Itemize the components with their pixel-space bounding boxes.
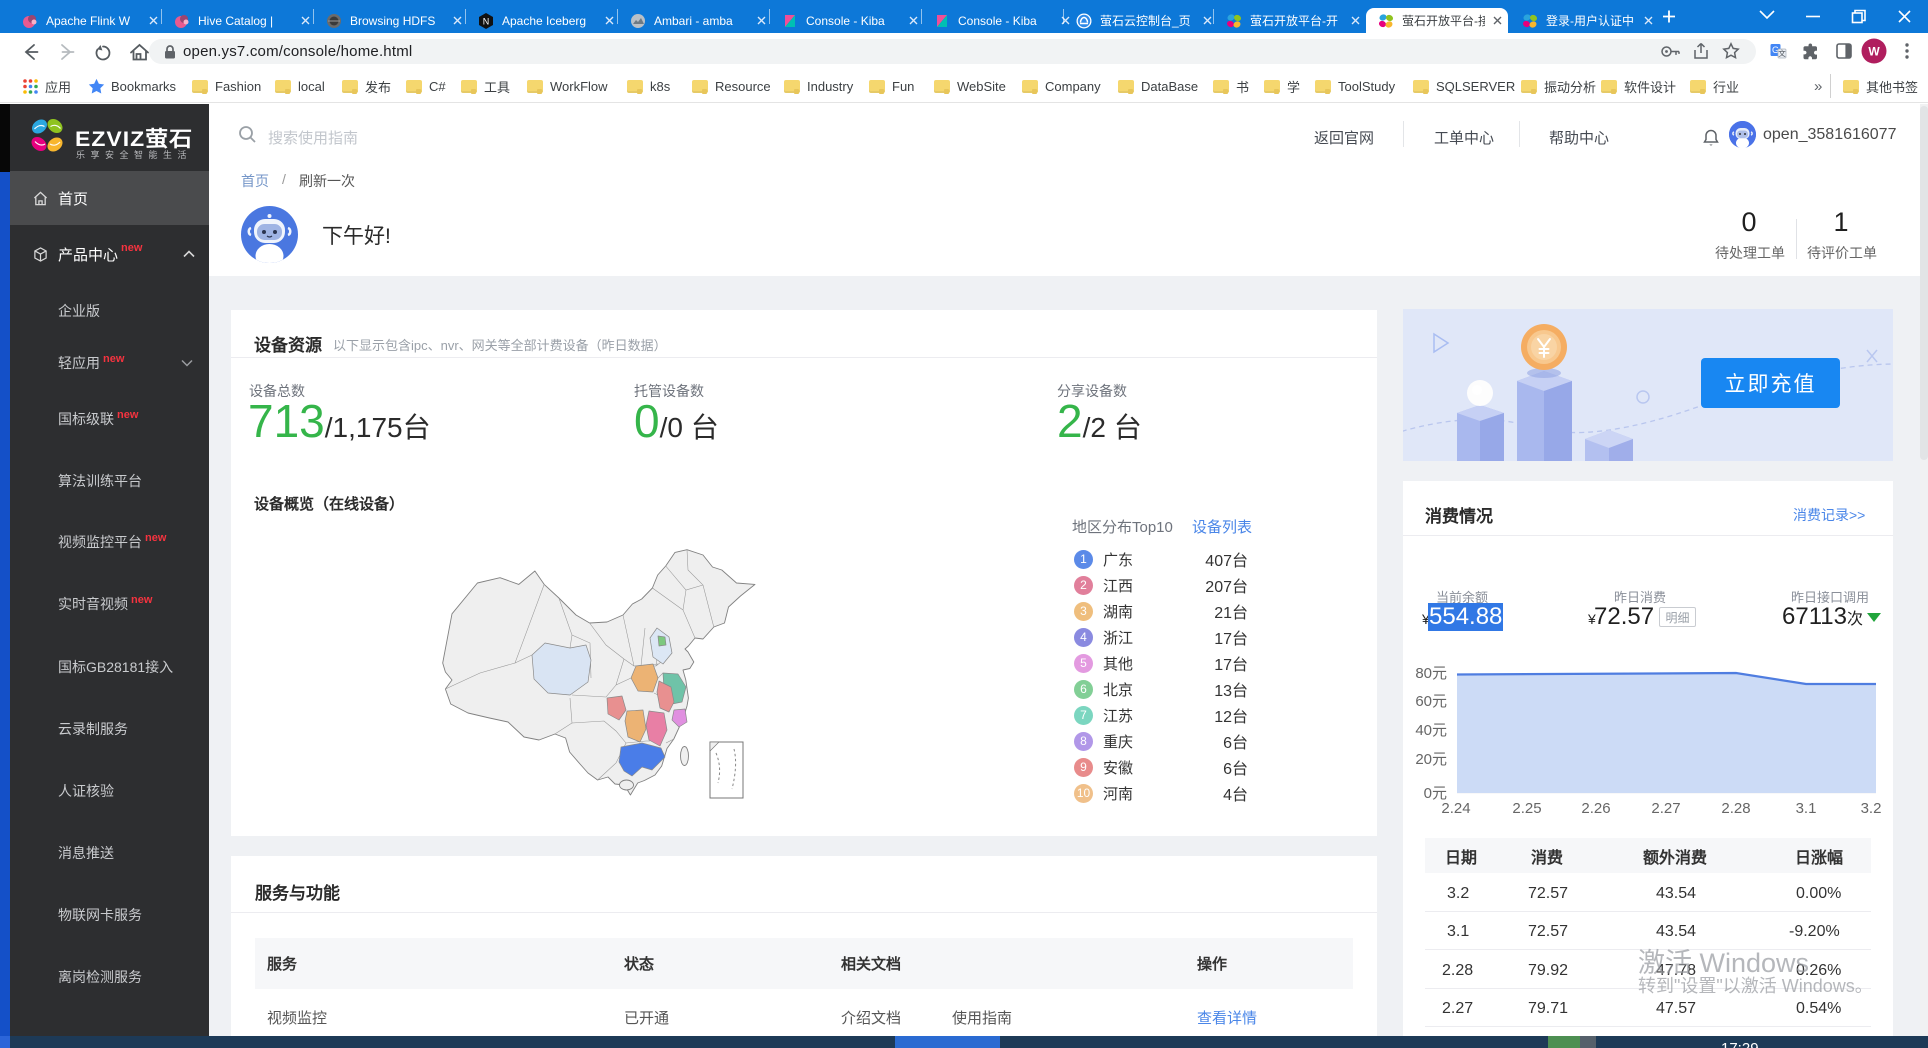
svg-text:2.26: 2.26 (1581, 800, 1610, 817)
svg-text:60元: 60元 (1415, 693, 1447, 710)
svg-text:2.25: 2.25 (1512, 800, 1541, 817)
svg-text:2.28: 2.28 (1721, 800, 1750, 817)
svg-text:40元: 40元 (1415, 722, 1447, 739)
svg-text:文: 文 (1778, 48, 1786, 58)
svg-text:2.27: 2.27 (1651, 800, 1680, 817)
svg-text:20元: 20元 (1415, 751, 1447, 768)
svg-text:N: N (483, 16, 490, 26)
svg-text:W: W (1868, 45, 1880, 59)
svg-text:3.2: 3.2 (1861, 800, 1882, 817)
svg-text:80元: 80元 (1415, 665, 1447, 682)
svg-text:2.24: 2.24 (1441, 800, 1470, 817)
svg-text:3.1: 3.1 (1796, 800, 1817, 817)
